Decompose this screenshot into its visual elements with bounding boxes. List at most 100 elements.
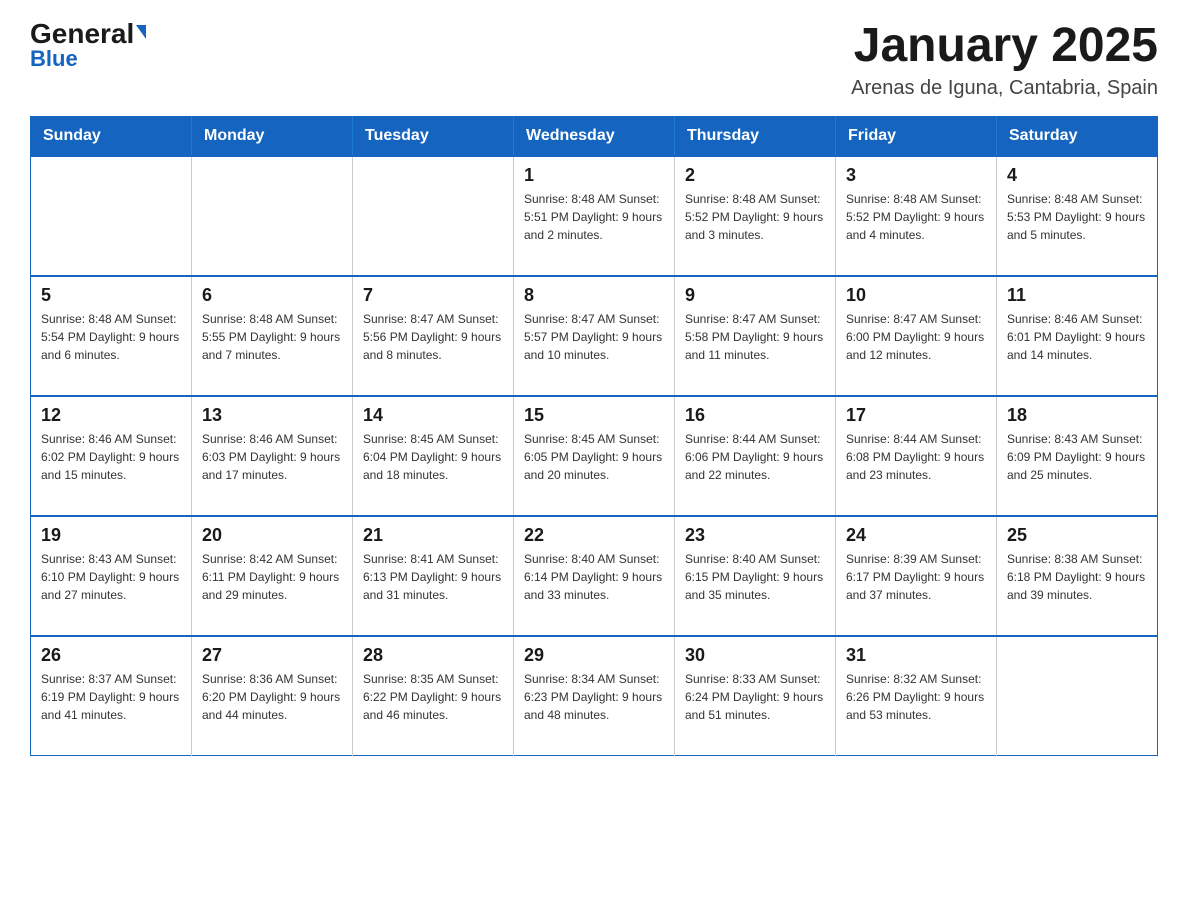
calendar-cell: 23Sunrise: 8:40 AM Sunset: 6:15 PM Dayli… <box>675 516 836 636</box>
day-number: 8 <box>524 285 664 306</box>
column-header-wednesday: Wednesday <box>514 116 675 156</box>
day-info: Sunrise: 8:40 AM Sunset: 6:14 PM Dayligh… <box>524 550 664 604</box>
day-info: Sunrise: 8:43 AM Sunset: 6:10 PM Dayligh… <box>41 550 181 604</box>
page-subtitle: Arenas de Iguna, Cantabria, Spain <box>851 77 1158 100</box>
day-info: Sunrise: 8:45 AM Sunset: 6:04 PM Dayligh… <box>363 430 503 484</box>
column-header-thursday: Thursday <box>675 116 836 156</box>
day-number: 2 <box>685 165 825 186</box>
column-header-sunday: Sunday <box>31 116 192 156</box>
day-number: 10 <box>846 285 986 306</box>
calendar-cell: 27 Sunrise: 8:36 AM Sunset: 6:20 PM Dayli… <box>192 636 353 756</box>
column-header-saturday: Saturday <box>997 116 1158 156</box>
day-info: Sunrise: 8:47 AM Sunset: 5:56 PM Dayligh… <box>363 310 503 364</box>
day-info: Sunrise: 8:46 AM Sunset: 6:03 PM Dayligh… <box>202 430 342 484</box>
calendar-cell: 1 Sunrise: 8:48 AM Sunset: 5:51 PM Daylig… <box>514 156 675 276</box>
page-title: January 2025 <box>851 20 1158 73</box>
day-number: 7 <box>363 285 503 306</box>
calendar-header: SundayMondayTuesdayWednesdayThursdayFrid… <box>31 116 1158 156</box>
logo: General Blue <box>30 20 146 70</box>
day-info: Sunrise: 8:43 AM Sunset: 6:09 PM Dayligh… <box>1007 430 1147 484</box>
logo-general-text: General <box>30 20 134 48</box>
calendar-cell <box>192 156 353 276</box>
calendar-week-row: 19 Sunrise: 8:43 AM Sunset: 6:10 PM Dayli… <box>31 516 1158 636</box>
day-number: 24 <box>846 525 986 546</box>
calendar-cell: 2 Sunrise: 8:48 AM Sunset: 5:52 PM Daylig… <box>675 156 836 276</box>
day-info: Sunrise: 8:48 AM Sunset: 5:55 PM Dayligh… <box>202 310 342 364</box>
logo-blue-text: Blue <box>30 48 78 70</box>
calendar-cell <box>997 636 1158 756</box>
day-info: Sunrise: 8:48 AM Sunset: 5:52 PM Dayligh… <box>846 190 986 244</box>
calendar-cell: 14 Sunrise: 8:45 AM Sunset: 6:04 PM Dayli… <box>353 396 514 516</box>
calendar-cell: 6 Sunrise: 8:48 AM Sunset: 5:55 PM Daylig… <box>192 276 353 396</box>
day-info: Sunrise: 8:33 AM Sunset: 6:24 PM Dayligh… <box>685 670 825 724</box>
day-number: 28 <box>363 645 503 666</box>
calendar-cell: 8 Sunrise: 8:47 AM Sunset: 5:57 PM Daylig… <box>514 276 675 396</box>
calendar-cell: 12 Sunrise: 8:46 AM Sunset: 6:02 PM Dayli… <box>31 396 192 516</box>
calendar-week-row: 12 Sunrise: 8:46 AM Sunset: 6:02 PM Dayli… <box>31 396 1158 516</box>
calendar-cell: 3 Sunrise: 8:48 AM Sunset: 5:52 PM Daylig… <box>836 156 997 276</box>
day-number: 29 <box>524 645 664 666</box>
day-number: 1 <box>524 165 664 186</box>
day-number: 6 <box>202 285 342 306</box>
day-info: Sunrise: 8:48 AM Sunset: 5:53 PM Dayligh… <box>1007 190 1147 244</box>
calendar-cell <box>31 156 192 276</box>
calendar-cell: 7 Sunrise: 8:47 AM Sunset: 5:56 PM Daylig… <box>353 276 514 396</box>
day-number: 22 <box>524 525 664 546</box>
day-info: Sunrise: 8:47 AM Sunset: 5:58 PM Dayligh… <box>685 310 825 364</box>
day-number: 9 <box>685 285 825 306</box>
day-info: Sunrise: 8:37 AM Sunset: 6:19 PM Dayligh… <box>41 670 181 724</box>
calendar-cell: 4 Sunrise: 8:48 AM Sunset: 5:53 PM Daylig… <box>997 156 1158 276</box>
day-number: 27 <box>202 645 342 666</box>
calendar-week-row: 26 Sunrise: 8:37 AM Sunset: 6:19 PM Dayli… <box>31 636 1158 756</box>
day-info: Sunrise: 8:47 AM Sunset: 5:57 PM Dayligh… <box>524 310 664 364</box>
day-info: Sunrise: 8:38 AM Sunset: 6:18 PM Dayligh… <box>1007 550 1147 604</box>
column-header-tuesday: Tuesday <box>353 116 514 156</box>
day-number: 14 <box>363 405 503 426</box>
calendar-cell: 29 Sunrise: 8:34 AM Sunset: 6:23 PM Dayli… <box>514 636 675 756</box>
day-number: 12 <box>41 405 181 426</box>
calendar-cell: 19 Sunrise: 8:43 AM Sunset: 6:10 PM Dayli… <box>31 516 192 636</box>
logo-triangle-icon <box>136 25 146 39</box>
day-info: Sunrise: 8:44 AM Sunset: 6:08 PM Dayligh… <box>846 430 986 484</box>
calendar-cell: 26 Sunrise: 8:37 AM Sunset: 6:19 PM Dayli… <box>31 636 192 756</box>
day-info: Sunrise: 8:40 AM Sunset: 6:15 PM Dayligh… <box>685 550 825 604</box>
calendar-cell: 17Sunrise: 8:44 AM Sunset: 6:08 PM Dayli… <box>836 396 997 516</box>
day-number: 4 <box>1007 165 1147 186</box>
day-info: Sunrise: 8:42 AM Sunset: 6:11 PM Dayligh… <box>202 550 342 604</box>
day-info: Sunrise: 8:39 AM Sunset: 6:17 PM Dayligh… <box>846 550 986 604</box>
column-header-friday: Friday <box>836 116 997 156</box>
day-info: Sunrise: 8:44 AM Sunset: 6:06 PM Dayligh… <box>685 430 825 484</box>
calendar-cell: 10 Sunrise: 8:47 AM Sunset: 6:00 PM Dayli… <box>836 276 997 396</box>
day-info: Sunrise: 8:41 AM Sunset: 6:13 PM Dayligh… <box>363 550 503 604</box>
day-info: Sunrise: 8:48 AM Sunset: 5:54 PM Dayligh… <box>41 310 181 364</box>
calendar-cell: 21 Sunrise: 8:41 AM Sunset: 6:13 PM Dayli… <box>353 516 514 636</box>
day-number: 21 <box>363 525 503 546</box>
calendar-cell: 20Sunrise: 8:42 AM Sunset: 6:11 PM Dayli… <box>192 516 353 636</box>
calendar-cell: 15Sunrise: 8:45 AM Sunset: 6:05 PM Dayli… <box>514 396 675 516</box>
calendar-cell: 28 Sunrise: 8:35 AM Sunset: 6:22 PM Dayli… <box>353 636 514 756</box>
day-number: 19 <box>41 525 181 546</box>
day-number: 3 <box>846 165 986 186</box>
day-info: Sunrise: 8:45 AM Sunset: 6:05 PM Dayligh… <box>524 430 664 484</box>
calendar-cell: 9 Sunrise: 8:47 AM Sunset: 5:58 PM Daylig… <box>675 276 836 396</box>
day-info: Sunrise: 8:48 AM Sunset: 5:52 PM Dayligh… <box>685 190 825 244</box>
day-info: Sunrise: 8:46 AM Sunset: 6:01 PM Dayligh… <box>1007 310 1147 364</box>
calendar-cell: 13Sunrise: 8:46 AM Sunset: 6:03 PM Dayli… <box>192 396 353 516</box>
calendar-header-row: SundayMondayTuesdayWednesdayThursdayFrid… <box>31 116 1158 156</box>
day-number: 11 <box>1007 285 1147 306</box>
calendar-cell: 30Sunrise: 8:33 AM Sunset: 6:24 PM Dayli… <box>675 636 836 756</box>
column-header-monday: Monday <box>192 116 353 156</box>
header-area: General Blue January 2025 Arenas de Igun… <box>30 20 1158 100</box>
calendar-week-row: 5Sunrise: 8:48 AM Sunset: 5:54 PM Daylig… <box>31 276 1158 396</box>
day-number: 31 <box>846 645 986 666</box>
day-info: Sunrise: 8:47 AM Sunset: 6:00 PM Dayligh… <box>846 310 986 364</box>
day-number: 26 <box>41 645 181 666</box>
day-info: Sunrise: 8:32 AM Sunset: 6:26 PM Dayligh… <box>846 670 986 724</box>
day-info: Sunrise: 8:35 AM Sunset: 6:22 PM Dayligh… <box>363 670 503 724</box>
day-info: Sunrise: 8:34 AM Sunset: 6:23 PM Dayligh… <box>524 670 664 724</box>
calendar-cell: 31 Sunrise: 8:32 AM Sunset: 6:26 PM Dayli… <box>836 636 997 756</box>
day-info: Sunrise: 8:48 AM Sunset: 5:51 PM Dayligh… <box>524 190 664 244</box>
day-number: 16 <box>685 405 825 426</box>
day-info: Sunrise: 8:36 AM Sunset: 6:20 PM Dayligh… <box>202 670 342 724</box>
day-info: Sunrise: 8:46 AM Sunset: 6:02 PM Dayligh… <box>41 430 181 484</box>
